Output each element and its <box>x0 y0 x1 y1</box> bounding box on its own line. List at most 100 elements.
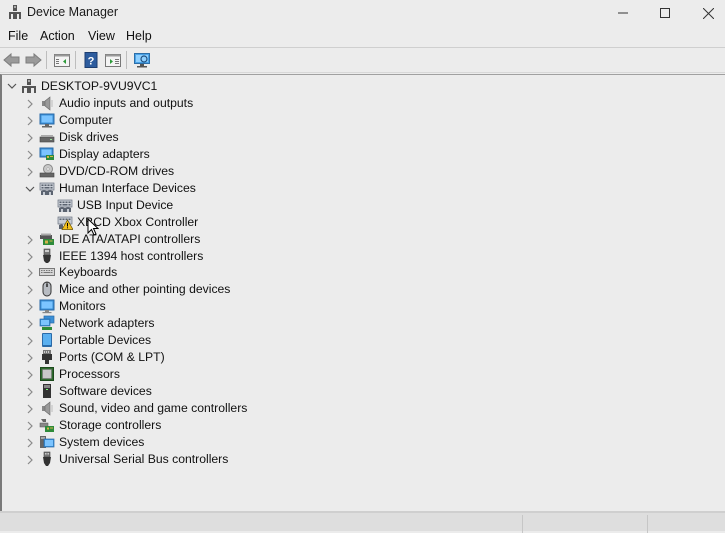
status-bar <box>0 511 725 533</box>
tree-item-label: Disk drives <box>59 129 119 144</box>
tree-category-item[interactable]: IDE ATA/ATAPI controllers <box>2 231 402 248</box>
maximize-icon <box>659 8 670 18</box>
mouse-icon <box>42 281 52 297</box>
tree-category-item[interactable]: Software devices <box>2 383 402 400</box>
chevron-right-icon[interactable] <box>24 403 36 415</box>
tree-device-item[interactable]: XBCD Xbox Controller <box>2 214 402 231</box>
svg-text:?: ? <box>88 56 95 68</box>
tree-category-item[interactable]: Audio inputs and outputs <box>2 95 402 112</box>
action-pane-icon <box>105 54 121 67</box>
back-button[interactable] <box>3 51 21 69</box>
menu-help[interactable]: Help <box>126 29 152 43</box>
maximize-button[interactable] <box>642 0 687 26</box>
tree-item-label: Computer <box>59 112 113 127</box>
tree-category-item[interactable]: Computer <box>2 112 402 129</box>
tree-category-item[interactable]: Monitors <box>2 298 402 315</box>
dvd-drive-icon <box>39 163 55 178</box>
show-hide-action-pane-button[interactable] <box>104 51 122 69</box>
close-button[interactable] <box>686 0 725 26</box>
tree-category-item[interactable]: Processors <box>2 366 402 383</box>
console-tree-icon <box>54 54 70 67</box>
toolbar-separator <box>75 51 76 69</box>
chevron-down-icon[interactable] <box>24 183 36 195</box>
chevron-right-icon[interactable] <box>24 386 36 398</box>
chevron-right-icon[interactable] <box>24 115 36 127</box>
status-divider <box>647 515 648 533</box>
processor-icon <box>40 367 54 382</box>
chevron-right-icon[interactable] <box>24 301 36 313</box>
ieee1394-icon <box>43 248 51 263</box>
tree-category-item[interactable]: IEEE 1394 host controllers <box>2 248 402 265</box>
tree-category-item[interactable]: Universal Serial Bus controllers <box>2 451 402 468</box>
tree-device-item[interactable]: USB Input Device <box>2 197 402 214</box>
tree-category-item[interactable]: Storage controllers <box>2 417 402 434</box>
chevron-right-icon[interactable] <box>24 420 36 432</box>
tree-item-label: DVD/CD-ROM drives <box>59 163 175 178</box>
tree-category-item[interactable]: System devices <box>2 434 402 451</box>
toolbar-separator <box>126 51 127 69</box>
toolbar-separator <box>46 51 47 69</box>
tree-root[interactable]: DESKTOP-9VU9VC1 <box>2 78 402 95</box>
tree-category-item[interactable]: DVD/CD-ROM drives <box>2 163 402 180</box>
hid-icon <box>57 199 73 212</box>
chevron-down-icon[interactable] <box>6 80 18 92</box>
monitor-scan-icon <box>134 53 150 68</box>
device-tree[interactable]: DESKTOP-9VU9VC1 Audio inputs and outputs… <box>0 74 725 511</box>
software-device-icon <box>43 384 51 399</box>
show-hide-console-tree-button[interactable] <box>53 51 71 69</box>
chevron-right-icon[interactable] <box>24 234 36 246</box>
menu-file[interactable]: File <box>8 29 28 43</box>
tree-item-label: IEEE 1394 host controllers <box>59 248 204 263</box>
tree-item-label: Human Interface Devices <box>59 180 196 195</box>
menu-action[interactable]: Action <box>40 29 75 43</box>
tree-category-item[interactable]: Sound, video and game controllers <box>2 400 402 417</box>
chevron-right-icon[interactable] <box>24 149 36 161</box>
back-arrow-icon <box>3 52 20 68</box>
menu-view[interactable]: View <box>88 29 115 43</box>
tree-category-item[interactable]: Human Interface Devices <box>2 180 402 197</box>
chevron-right-icon[interactable] <box>24 369 36 381</box>
tree-category-item[interactable]: Display adapters <box>2 146 402 163</box>
chevron-right-icon[interactable] <box>24 267 36 279</box>
help-button[interactable]: ? <box>82 51 100 69</box>
chevron-right-icon[interactable] <box>24 132 36 144</box>
tree-item-label: Monitors <box>59 299 106 314</box>
tree-item-label: IDE ATA/ATAPI controllers <box>59 231 201 246</box>
usb-icon <box>43 451 51 466</box>
tree-category-item[interactable]: Mice and other pointing devices <box>2 281 402 298</box>
hid-warning-icon <box>57 216 73 230</box>
forward-button[interactable] <box>24 51 42 69</box>
forward-arrow-icon <box>25 52 42 68</box>
toolbar-separator-line <box>0 72 725 73</box>
chevron-right-icon[interactable] <box>24 437 36 449</box>
menu-bar: File Action View Help <box>0 27 725 47</box>
help-icon: ? <box>84 52 98 68</box>
chevron-right-icon[interactable] <box>24 318 36 330</box>
tree-item-label: Mice and other pointing devices <box>59 282 231 297</box>
tree-item-label: System devices <box>59 434 145 449</box>
chevron-right-icon[interactable] <box>24 98 36 110</box>
toolbar: ? <box>0 48 725 71</box>
chevron-right-icon[interactable] <box>24 454 36 466</box>
status-divider <box>522 515 523 533</box>
chevron-right-icon[interactable] <box>24 352 36 364</box>
device-manager-icon <box>9 5 21 19</box>
tree-category-item[interactable]: Ports (COM & LPT) <box>2 349 402 366</box>
tree-item-label: Software devices <box>59 384 152 399</box>
tree-category-item[interactable]: Portable Devices <box>2 332 402 349</box>
minimize-button[interactable] <box>600 0 645 26</box>
chevron-right-icon[interactable] <box>24 335 36 347</box>
tree-item-label: USB Input Device <box>77 197 174 212</box>
computer-icon <box>39 113 55 128</box>
chevron-right-icon[interactable] <box>24 166 36 178</box>
speaker-icon <box>42 96 53 111</box>
tree-category-item[interactable]: Keyboards <box>2 264 402 281</box>
scan-hardware-button[interactable] <box>133 51 151 69</box>
tree-category-item[interactable]: Network adapters <box>2 315 402 332</box>
chevron-right-icon[interactable] <box>24 251 36 263</box>
tree-item-label: Display adapters <box>59 146 150 161</box>
close-icon <box>703 7 714 19</box>
chevron-right-icon[interactable] <box>24 284 36 296</box>
mouse-cursor-icon <box>87 218 99 236</box>
tree-category-item[interactable]: Disk drives <box>2 129 402 146</box>
